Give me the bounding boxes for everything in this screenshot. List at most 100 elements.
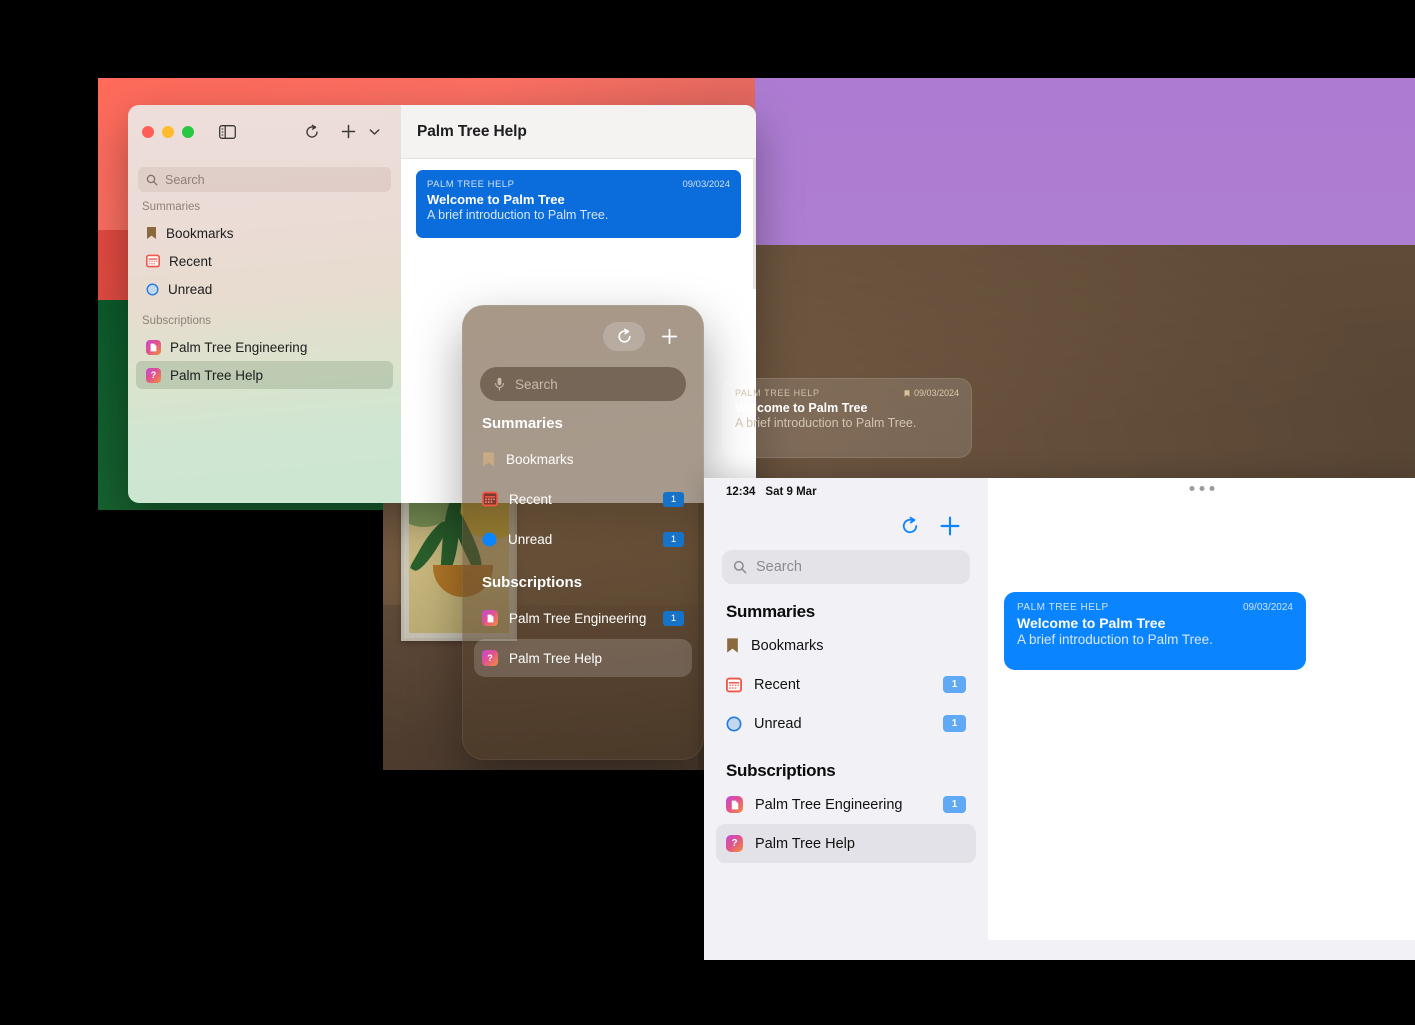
add-button[interactable] [661, 328, 678, 345]
sidebar-item-label: Unread [168, 281, 213, 297]
search-icon [733, 560, 747, 574]
unread-badge: 1 [663, 610, 684, 626]
sidebar-item-bookmarks[interactable]: Bookmarks [716, 626, 976, 665]
document-app-icon [482, 610, 498, 626]
minimize-button[interactable] [162, 125, 174, 138]
sidebar-item-label: Palm Tree Engineering [509, 610, 647, 626]
sidebar-item-label: Bookmarks [166, 225, 234, 241]
circle-icon [726, 716, 742, 732]
message-title: Welcome to Palm Tree [1017, 615, 1166, 631]
sidebar-item-unread[interactable]: Unread 1 [716, 704, 976, 743]
message-source: PALM TREE HELP [735, 388, 820, 398]
sidebar-item-recent[interactable]: Recent 1 [716, 665, 976, 704]
refresh-icon [902, 516, 918, 534]
refresh-button[interactable] [603, 321, 645, 351]
sidebar-item-palm-tree-engineering[interactable]: Palm Tree Engineering [136, 333, 393, 361]
sidebar-item-recent[interactable]: Recent [136, 247, 393, 275]
question-app-icon: ? [482, 650, 498, 666]
chevron-down-icon[interactable] [361, 120, 387, 144]
message-meta: PALM TREE HELP 09/03/2024 [427, 179, 730, 190]
sidebar-item-palm-tree-help[interactable]: ? Palm Tree Help [716, 824, 976, 863]
sidebar-item-label: Recent [509, 491, 552, 507]
sidebar-item-palm-tree-engineering[interactable]: Palm Tree Engineering 1 [474, 599, 692, 637]
ios-toolbar [704, 506, 988, 546]
search-input[interactable]: Search [138, 167, 391, 192]
status-date: Sat 9 Mar [765, 486, 817, 498]
message-card[interactable]: PALM TREE HELP 09/03/2024 Welcome to Pal… [416, 170, 741, 238]
unread-badge: 1 [943, 715, 966, 732]
sidebar-item-recent[interactable]: Recent 1 [474, 480, 692, 518]
ios-bottom-bar [704, 940, 1415, 960]
message-title: Welcome to Palm Tree [735, 401, 868, 415]
document-app-icon [146, 339, 161, 355]
close-button[interactable] [142, 125, 154, 138]
traffic-lights[interactable] [142, 125, 194, 138]
plus-icon [661, 328, 678, 344]
search-placeholder: Search [165, 172, 205, 187]
bookmark-icon [904, 389, 910, 398]
zoom-button[interactable] [182, 125, 194, 138]
sidebar-item-palm-tree-help[interactable]: ? Palm Tree Help [474, 639, 692, 677]
add-button[interactable] [335, 120, 361, 144]
message-meta: PALM TREE HELP 09/03/2024 [1017, 602, 1293, 613]
sidebar-item-unread[interactable]: Unread [136, 275, 393, 303]
ios-window: 12:34 Sat 9 Mar Search Summaries Bookmar… [704, 478, 1415, 960]
refresh-icon[interactable] [299, 120, 325, 144]
bookmark-icon [482, 451, 495, 468]
unread-badge: 1 [943, 796, 966, 813]
sidebar-item-label: Recent [169, 253, 212, 269]
section-header-subscriptions: Subscriptions [726, 761, 836, 780]
message-title: Welcome to Palm Tree [427, 192, 565, 207]
message-source: PALM TREE HELP [1017, 602, 1109, 613]
sidebar-item-label: Recent [754, 676, 800, 693]
macos-titlebar [128, 105, 401, 158]
scrollbar[interactable] [753, 159, 756, 289]
macos-sidebar: Search Summaries Bookmarks Recent Unread… [128, 105, 401, 503]
sidebar-item-label: Palm Tree Engineering [755, 796, 903, 813]
sidebar-toggle-icon[interactable] [214, 120, 240, 144]
grabber-dots-icon[interactable] [1189, 486, 1214, 491]
ios-detail-pane: PALM TREE HELP 09/03/2024 Welcome to Pal… [988, 478, 1415, 960]
refresh-button[interactable] [900, 516, 920, 536]
message-date: 09/03/2024 [1242, 602, 1293, 613]
sidebar-item-palm-tree-help[interactable]: ? Palm Tree Help [136, 361, 393, 389]
search-input[interactable]: Search [480, 367, 686, 401]
unread-badge: 1 [663, 531, 684, 547]
vision-toolbar [462, 305, 704, 367]
message-meta: PALM TREE HELP 09/03/2024 [735, 388, 959, 398]
bookmark-icon [146, 226, 157, 240]
question-app-icon: ? [726, 835, 743, 852]
page-title: Palm Tree Help [417, 122, 527, 140]
message-date: 09/03/2024 [682, 179, 730, 190]
search-input[interactable]: Search [722, 550, 970, 584]
status-time: 12:34 [726, 486, 756, 498]
message-subtitle: A brief introduction to Palm Tree. [735, 416, 917, 430]
message-card[interactable]: PALM TREE HELP 09/03/2024 Welcome to Pal… [1004, 592, 1306, 670]
sidebar-item-bookmarks[interactable]: Bookmarks [136, 219, 393, 247]
refresh-icon [616, 328, 633, 345]
sidebar-item-label: Bookmarks [506, 451, 574, 467]
search-placeholder: Search [756, 559, 802, 575]
vision-message-card[interactable]: PALM TREE HELP 09/03/2024 Welcome to Pal… [722, 378, 972, 458]
section-header-subscriptions: Subscriptions [482, 574, 583, 591]
message-source: PALM TREE HELP [427, 179, 515, 190]
message-subtitle: A brief introduction to Palm Tree. [427, 208, 609, 222]
sidebar-item-bookmarks[interactable]: Bookmarks [474, 440, 692, 478]
sidebar-item-label: Bookmarks [751, 637, 824, 654]
microphone-icon[interactable] [494, 377, 505, 391]
sidebar-item-label: Palm Tree Help [170, 367, 264, 383]
ios-sidebar: 12:34 Sat 9 Mar Search Summaries Bookmar… [704, 478, 988, 960]
sidebar-item-label: Palm Tree Help [509, 650, 603, 666]
calendar-icon [726, 677, 742, 693]
calendar-icon [146, 254, 160, 268]
sidebar-item-unread[interactable]: Unread 1 [474, 520, 692, 558]
sidebar-item-label: Palm Tree Help [755, 835, 855, 852]
document-app-icon [726, 796, 743, 813]
add-button[interactable] [940, 516, 960, 536]
circle-icon [146, 283, 159, 296]
section-header-summaries: Summaries [482, 415, 563, 432]
plus-icon [940, 516, 960, 536]
search-icon [146, 174, 158, 186]
sidebar-item-palm-tree-engineering[interactable]: Palm Tree Engineering 1 [716, 785, 976, 824]
search-placeholder: Search [515, 376, 558, 392]
